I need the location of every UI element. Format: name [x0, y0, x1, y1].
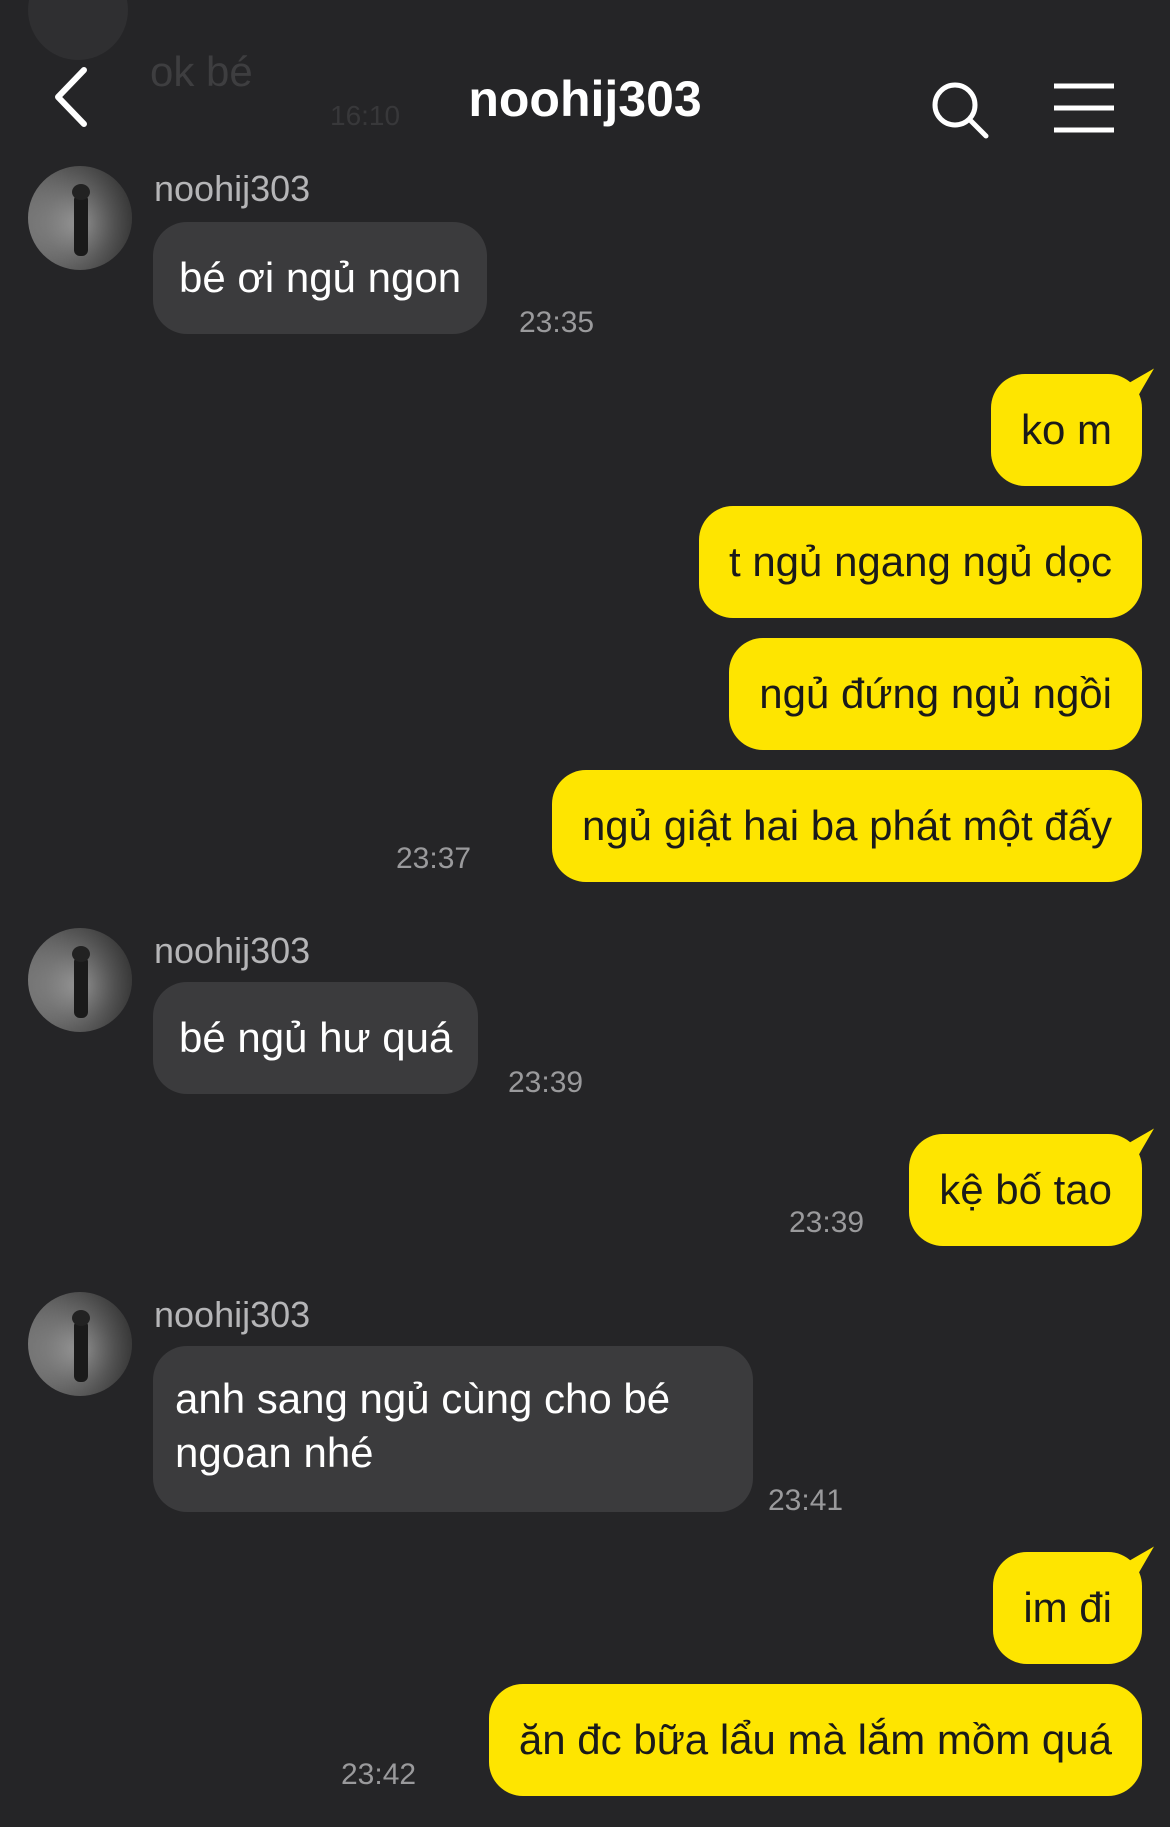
message-text: bé ngủ hư quá — [179, 1014, 453, 1061]
sender-name: noohij303 — [154, 168, 311, 209]
message-time: 23:35 — [519, 306, 595, 339]
message-time: 23:39 — [789, 1206, 865, 1239]
message-time: 23:41 — [768, 1484, 844, 1517]
outgoing-message[interactable]: ngủ giật hai ba phát một đấy — [551, 770, 1142, 882]
search-button[interactable] — [930, 80, 992, 142]
incoming-message[interactable]: anh sang ngủ cùng cho bé ngoan nhé — [153, 1346, 753, 1512]
message-text: im đi — [1023, 1584, 1112, 1631]
incoming-message[interactable]: bé ngủ hư quá — [153, 982, 479, 1094]
outgoing-message[interactable]: t ngủ ngang ngủ dọc — [698, 506, 1142, 618]
message-time: 23:42 — [341, 1758, 417, 1791]
sender-name: noohij303 — [154, 930, 311, 971]
chat-header: noohij303 — [0, 0, 1170, 160]
message-time: 23:37 — [396, 842, 472, 875]
incoming-message[interactable]: bé ơi ngủ ngon — [153, 222, 488, 334]
outgoing-message[interactable]: kệ bố tao — [909, 1134, 1142, 1246]
message-time: 23:39 — [508, 1066, 584, 1099]
outgoing-message[interactable]: ko m — [990, 374, 1142, 486]
menu-button[interactable] — [1052, 82, 1116, 134]
message-text: kệ bố tao — [939, 1166, 1112, 1213]
message-text: ngủ giật hai ba phát một đấy — [581, 802, 1112, 849]
message-text-line-2: ngoan nhé — [175, 1429, 374, 1476]
avatar[interactable] — [28, 928, 132, 1032]
chat-title: noohij303 — [468, 71, 702, 127]
avatar[interactable] — [28, 1292, 132, 1396]
message-text: ko m — [1020, 406, 1112, 453]
search-icon — [932, 82, 989, 139]
message-text-line-1: anh sang ngủ cùng cho bé — [175, 1375, 671, 1422]
sender-name: noohij303 — [154, 1294, 311, 1335]
hamburger-menu-icon — [1054, 83, 1114, 133]
message-text: ngủ đứng ngủ ngồi — [759, 670, 1112, 717]
outgoing-message[interactable]: ngủ đứng ngủ ngồi — [729, 638, 1142, 750]
outgoing-message[interactable]: im đi — [993, 1552, 1142, 1664]
outgoing-message[interactable]: ăn đc bữa lẩu mà lắm mồm quá — [488, 1684, 1142, 1796]
avatar[interactable] — [28, 166, 132, 270]
message-text: bé ơi ngủ ngon — [179, 254, 462, 301]
message-text: t ngủ ngang ngủ dọc — [728, 538, 1112, 585]
message-text: ăn đc bữa lẩu mà lắm mồm quá — [518, 1716, 1112, 1763]
